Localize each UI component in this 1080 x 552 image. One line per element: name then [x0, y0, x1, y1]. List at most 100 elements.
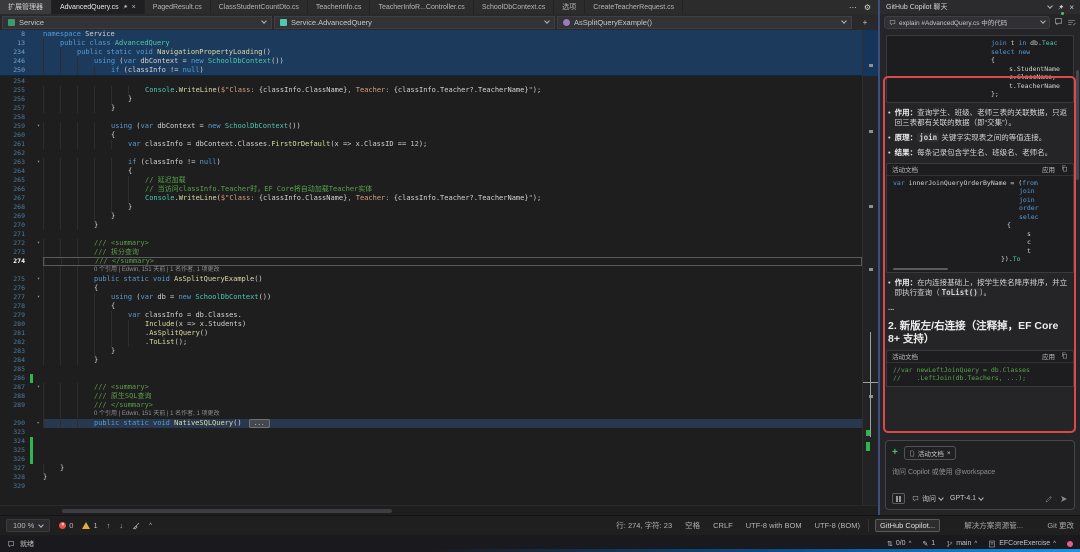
- code-line[interactable]: 285: [0, 365, 862, 374]
- code-line[interactable]: 280 Include (x => x.Students): [0, 320, 862, 329]
- code-line[interactable]: 277 ▾ using (var db = new SchoolDbContext(…: [0, 293, 862, 302]
- code-line[interactable]: 261 var classInfo = dbContext.Classes. Fir…: [0, 140, 862, 149]
- codelens-text[interactable]: 0 个引用 | Edwin, 151 天前 | 1 名作者, 1 项更改: [94, 410, 220, 419]
- breadcrumb-project-dropdown[interactable]: Service: [2, 15, 272, 29]
- code-line[interactable]: 267 Console. WriteLine($"Class: {classInfo…: [0, 194, 862, 203]
- code-line[interactable]: 327}: [0, 464, 862, 473]
- code-line[interactable]: 289 /// </summary>: [0, 401, 862, 410]
- tool-window-tab[interactable]: 解决方案资源管...: [964, 520, 1023, 531]
- code-line[interactable]: 269}: [0, 212, 862, 221]
- code-line[interactable]: 281 . AsSplitQuery(): [0, 329, 862, 338]
- code-line[interactable]: 282 . ToList ();: [0, 338, 862, 347]
- tab-close-icon[interactable]: ×: [132, 4, 136, 11]
- editor-horizontal-scrollbar[interactable]: [0, 505, 878, 515]
- code-block-body[interactable]: var innerJoinQueryOrderByName = (from joi…: [887, 176, 1073, 267]
- context-chip[interactable]: 活动文档 ×: [903, 446, 956, 460]
- code-line[interactable]: 271: [0, 230, 862, 239]
- code-line[interactable]: 290 ▸ public static void NativeSQLQuery() …: [0, 419, 862, 428]
- fold-icon[interactable]: ▾: [34, 158, 43, 167]
- indentation-mode[interactable]: 空格: [685, 520, 700, 531]
- encoding[interactable]: UTF-8 with BOM: [746, 521, 802, 530]
- chat-thread-dropdown[interactable]: explain #AdvancedQuery.cs 中的代码: [884, 15, 1050, 29]
- split-editor-icon[interactable]: +: [863, 18, 868, 27]
- code-line[interactable]: 254: [0, 77, 862, 86]
- code-block-body[interactable]: join t in db.Teac select new{s.StudentNam…: [887, 36, 1073, 102]
- code-line[interactable]: 286: [0, 374, 862, 383]
- editor-tab[interactable]: TeacherInfoR...Controller.cs: [370, 0, 474, 14]
- fold-icon[interactable]: ▾: [34, 122, 43, 131]
- pin-icon[interactable]: [1057, 4, 1064, 11]
- pending-changes[interactable]: ✎ 1: [922, 540, 935, 548]
- collapsed-region-box[interactable]: ...: [248, 419, 270, 428]
- code-line[interactable]: 265 // 延迟加载: [0, 176, 862, 185]
- panel-scrollbar-thumb[interactable]: [1076, 70, 1079, 180]
- code-block-body[interactable]: //var newLeftJoinQuery = db.Classes// .L…: [887, 363, 1073, 386]
- fold-icon[interactable]: ▾: [34, 239, 43, 248]
- caret-position[interactable]: 行: 274, 字符: 23: [616, 520, 672, 531]
- tools-icon[interactable]: [1045, 495, 1053, 503]
- breadcrumb-type-dropdown[interactable]: Service.AdvancedQuery: [274, 15, 555, 29]
- code-line[interactable]: 264 {: [0, 167, 862, 176]
- code-line[interactable]: 323: [0, 428, 862, 437]
- code-line[interactable]: 284}: [0, 356, 862, 365]
- fold-icon[interactable]: ▾: [34, 275, 43, 284]
- tab-overflow-icon[interactable]: ⋯: [849, 3, 857, 12]
- tool-window-tab[interactable]: GitHub Copilot...: [875, 519, 941, 532]
- zoom-dropdown[interactable]: 100 %: [6, 519, 51, 532]
- editor-tab[interactable]: SchoolDbContext.cs: [474, 0, 555, 14]
- code-line[interactable]: 272 ▾ /// <summary>: [0, 239, 862, 248]
- history-list-icon[interactable]: [1067, 18, 1076, 27]
- git-sync-status[interactable]: ⇅ 0/0 ^: [887, 540, 911, 548]
- apply-button[interactable]: 应用: [1042, 164, 1055, 174]
- code-line[interactable]: 329: [0, 482, 862, 491]
- code-line[interactable]: 257}: [0, 104, 862, 113]
- editor-vertical-scrollbar[interactable]: [862, 30, 878, 505]
- code-line[interactable]: 279 var classInfo = db.Classes.: [0, 311, 862, 320]
- model-dropdown[interactable]: GPT-4.1: [950, 494, 984, 502]
- chat-response-area[interactable]: join t in db.Teac select new{s.StudentNam…: [880, 30, 1080, 440]
- error-counter[interactable]: × 0: [59, 521, 73, 530]
- layout-columns-icon[interactable]: [892, 493, 905, 504]
- close-icon[interactable]: ×: [1069, 3, 1074, 12]
- code-line[interactable]: 288 /// 原生SQL查询: [0, 392, 862, 401]
- add-context-button[interactable]: +: [892, 448, 898, 458]
- code-line[interactable]: 258: [0, 113, 862, 122]
- editor-tab[interactable]: PagedResult.cs: [145, 0, 211, 14]
- code-line[interactable]: 276 {: [0, 284, 862, 293]
- editor-tab[interactable]: TeacherInfo.cs: [308, 0, 371, 14]
- code-line[interactable]: 255 Console. WriteLine($"Class: {classInfo…: [0, 86, 862, 95]
- editor-tab[interactable]: CreateTeacherRequest.cs: [585, 0, 684, 14]
- code-line[interactable]: 262: [0, 149, 862, 158]
- chevron-down-icon[interactable]: [1047, 3, 1054, 9]
- feedback-icon[interactable]: [1054, 12, 1064, 31]
- feedback-bubble-icon[interactable]: [7, 540, 15, 548]
- code-line[interactable]: 270}: [0, 221, 862, 230]
- code-line[interactable]: 260 {: [0, 131, 862, 140]
- mode-dropdown[interactable]: 询问: [912, 494, 944, 504]
- editor-tab[interactable]: 扩展管理器: [0, 0, 52, 14]
- code-line[interactable]: 274 /// </summary>: [0, 257, 862, 266]
- code-block-hscrollbar[interactable]: [893, 267, 948, 270]
- editor-tab[interactable]: ClassStudentCountDto.cs: [211, 0, 308, 14]
- apply-button[interactable]: 应用: [1042, 351, 1055, 361]
- code-line[interactable]: 256}: [0, 95, 862, 104]
- fold-icon[interactable]: ▾: [34, 383, 43, 392]
- breadcrumb-member-dropdown[interactable]: AsSplitQueryExample(): [557, 15, 852, 29]
- code-line[interactable]: 325: [0, 446, 862, 455]
- copy-icon[interactable]: [1061, 165, 1068, 174]
- encoding-alt[interactable]: UTF-8 (BOM): [815, 521, 860, 530]
- editor-tab[interactable]: AdvancedQuery.cs ×: [52, 0, 145, 14]
- fold-icon[interactable]: ▸: [34, 419, 43, 428]
- tool-window-tab[interactable]: Git 更改: [1047, 520, 1074, 531]
- pin-icon[interactable]: [122, 4, 128, 10]
- remove-context-icon[interactable]: ×: [947, 450, 951, 457]
- copy-icon[interactable]: [1061, 352, 1068, 361]
- chat-input-box[interactable]: + 活动文档 × 询问 Copilot 或使用 @workspace 询问 GP…: [885, 440, 1075, 510]
- code-editor[interactable]: 8 namespace Service 13 public class Advance…: [0, 30, 878, 505]
- code-line[interactable]: 287 ▾ /// <summary>: [0, 383, 862, 392]
- code-line[interactable]: 263 ▾ if (classInfo != null): [0, 158, 862, 167]
- prev-issue-button[interactable]: ↑: [107, 521, 111, 530]
- codelens-row[interactable]: 0 个引用 | Edwin, 151 天前 | 1 名作者, 1 项更改: [0, 266, 862, 275]
- send-icon[interactable]: [1060, 495, 1068, 503]
- next-issue-button[interactable]: ↓: [119, 521, 123, 530]
